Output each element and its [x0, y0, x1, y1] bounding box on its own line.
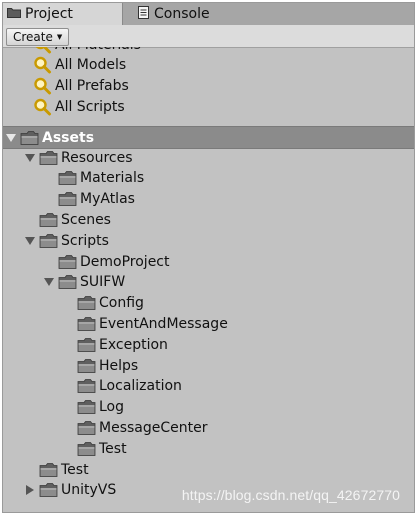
folder-icon: [77, 378, 96, 394]
section-header-assets[interactable]: Assets: [3, 126, 414, 150]
folder-icon: [58, 170, 77, 186]
folder-icon: [58, 254, 77, 270]
folder-label: DemoProject: [80, 253, 170, 270]
folder-icon: [77, 399, 96, 415]
search-icon: [33, 77, 52, 95]
tab-project[interactable]: Project: [3, 3, 123, 25]
favorite-item[interactable]: All Scripts: [3, 96, 414, 117]
folder-label: Scenes: [61, 211, 111, 228]
folder-icon: [7, 6, 21, 22]
favorite-label: All Prefabs: [55, 78, 129, 95]
search-icon: [33, 56, 52, 74]
folder-label: Log: [99, 399, 125, 416]
tab-bar: Project Console: [3, 3, 414, 26]
folder-icon: [58, 191, 77, 207]
expand-arrow-icon[interactable]: [5, 132, 17, 144]
folder-item[interactable]: Config: [3, 293, 414, 314]
create-button[interactable]: Create ▼: [6, 28, 70, 46]
favorite-item[interactable]: All Materials: [3, 47, 414, 55]
folder-item[interactable]: MyAtlas: [3, 189, 414, 210]
dropdown-arrow-icon: ▼: [56, 33, 63, 41]
folder-item[interactable]: Scenes: [3, 209, 414, 230]
folder-item[interactable]: Resources: [3, 147, 414, 168]
favorite-label: All Materials: [55, 47, 141, 53]
tab-console[interactable]: Console: [134, 3, 254, 25]
favorite-item[interactable]: All Models: [3, 55, 414, 76]
folder-icon: [39, 212, 58, 228]
expand-arrow-icon[interactable]: [43, 276, 55, 288]
watermark: https://blog.csdn.net/qq_42672770: [181, 487, 400, 503]
folder-item[interactable]: MessageCenter: [3, 417, 414, 438]
folder-icon: [77, 337, 96, 353]
folder-icon: [77, 441, 96, 457]
folder-icon: [39, 482, 58, 498]
folder-item[interactable]: EventAndMessage: [3, 313, 414, 334]
folder-item[interactable]: Helps: [3, 355, 414, 376]
project-window: Project Console Create ▼ All MaterialsAl…: [2, 2, 415, 513]
folder-item[interactable]: Exception: [3, 334, 414, 355]
folder-label: EventAndMessage: [99, 315, 228, 332]
folder-item[interactable]: Scripts: [3, 230, 414, 251]
create-label: Create: [13, 30, 53, 44]
favorite-item[interactable]: All Prefabs: [3, 76, 414, 97]
favorite-label: All Models: [55, 57, 127, 74]
folder-label: Localization: [99, 378, 182, 395]
folder-label: Exception: [99, 336, 168, 353]
folder-icon: [39, 462, 58, 478]
expand-arrow-icon[interactable]: [24, 152, 36, 164]
folder-label: MyAtlas: [80, 191, 135, 208]
folder-icon: [77, 358, 96, 374]
folder-icon: [77, 420, 96, 436]
folder-label: Assets: [42, 129, 95, 146]
folder-label: Resources: [61, 149, 133, 166]
tab-label: Console: [154, 6, 210, 22]
folder-label: UnityVS: [61, 482, 117, 499]
folder-icon: [39, 233, 58, 249]
folder-label: Helps: [99, 357, 139, 374]
folder-label: Test: [61, 461, 89, 478]
search-icon: [33, 98, 52, 116]
folder-item[interactable]: SUIFW: [3, 272, 414, 293]
folder-icon: [39, 150, 58, 166]
folder-label: Test: [99, 440, 127, 457]
folder-label: Config: [99, 295, 144, 312]
toolbar: Create ▼: [3, 25, 414, 48]
folder-label: Scripts: [61, 232, 109, 249]
folder-item[interactable]: Test: [3, 438, 414, 459]
project-tree: All Materials All Models All Prefabs All Sc…: [3, 47, 414, 512]
folder-icon: [20, 130, 39, 146]
folder-label: SUIFW: [80, 274, 126, 291]
folder-label: MessageCenter: [99, 419, 208, 436]
folder-item[interactable]: Log: [3, 397, 414, 418]
expand-arrow-icon[interactable]: [24, 235, 36, 247]
favorite-label: All Scripts: [55, 98, 125, 115]
collapse-arrow-icon[interactable]: [24, 484, 36, 496]
folder-icon: [77, 316, 96, 332]
folder-item[interactable]: Test: [3, 459, 414, 480]
tab-label: Project: [25, 6, 73, 22]
folder-label: Materials: [80, 170, 145, 187]
folder-item[interactable]: Localization: [3, 376, 414, 397]
folder-icon: [58, 274, 77, 290]
search-icon: [33, 47, 52, 54]
folder-item[interactable]: Materials: [3, 168, 414, 189]
console-icon: [138, 5, 150, 23]
folder-item[interactable]: DemoProject: [3, 251, 414, 272]
folder-icon: [77, 295, 96, 311]
